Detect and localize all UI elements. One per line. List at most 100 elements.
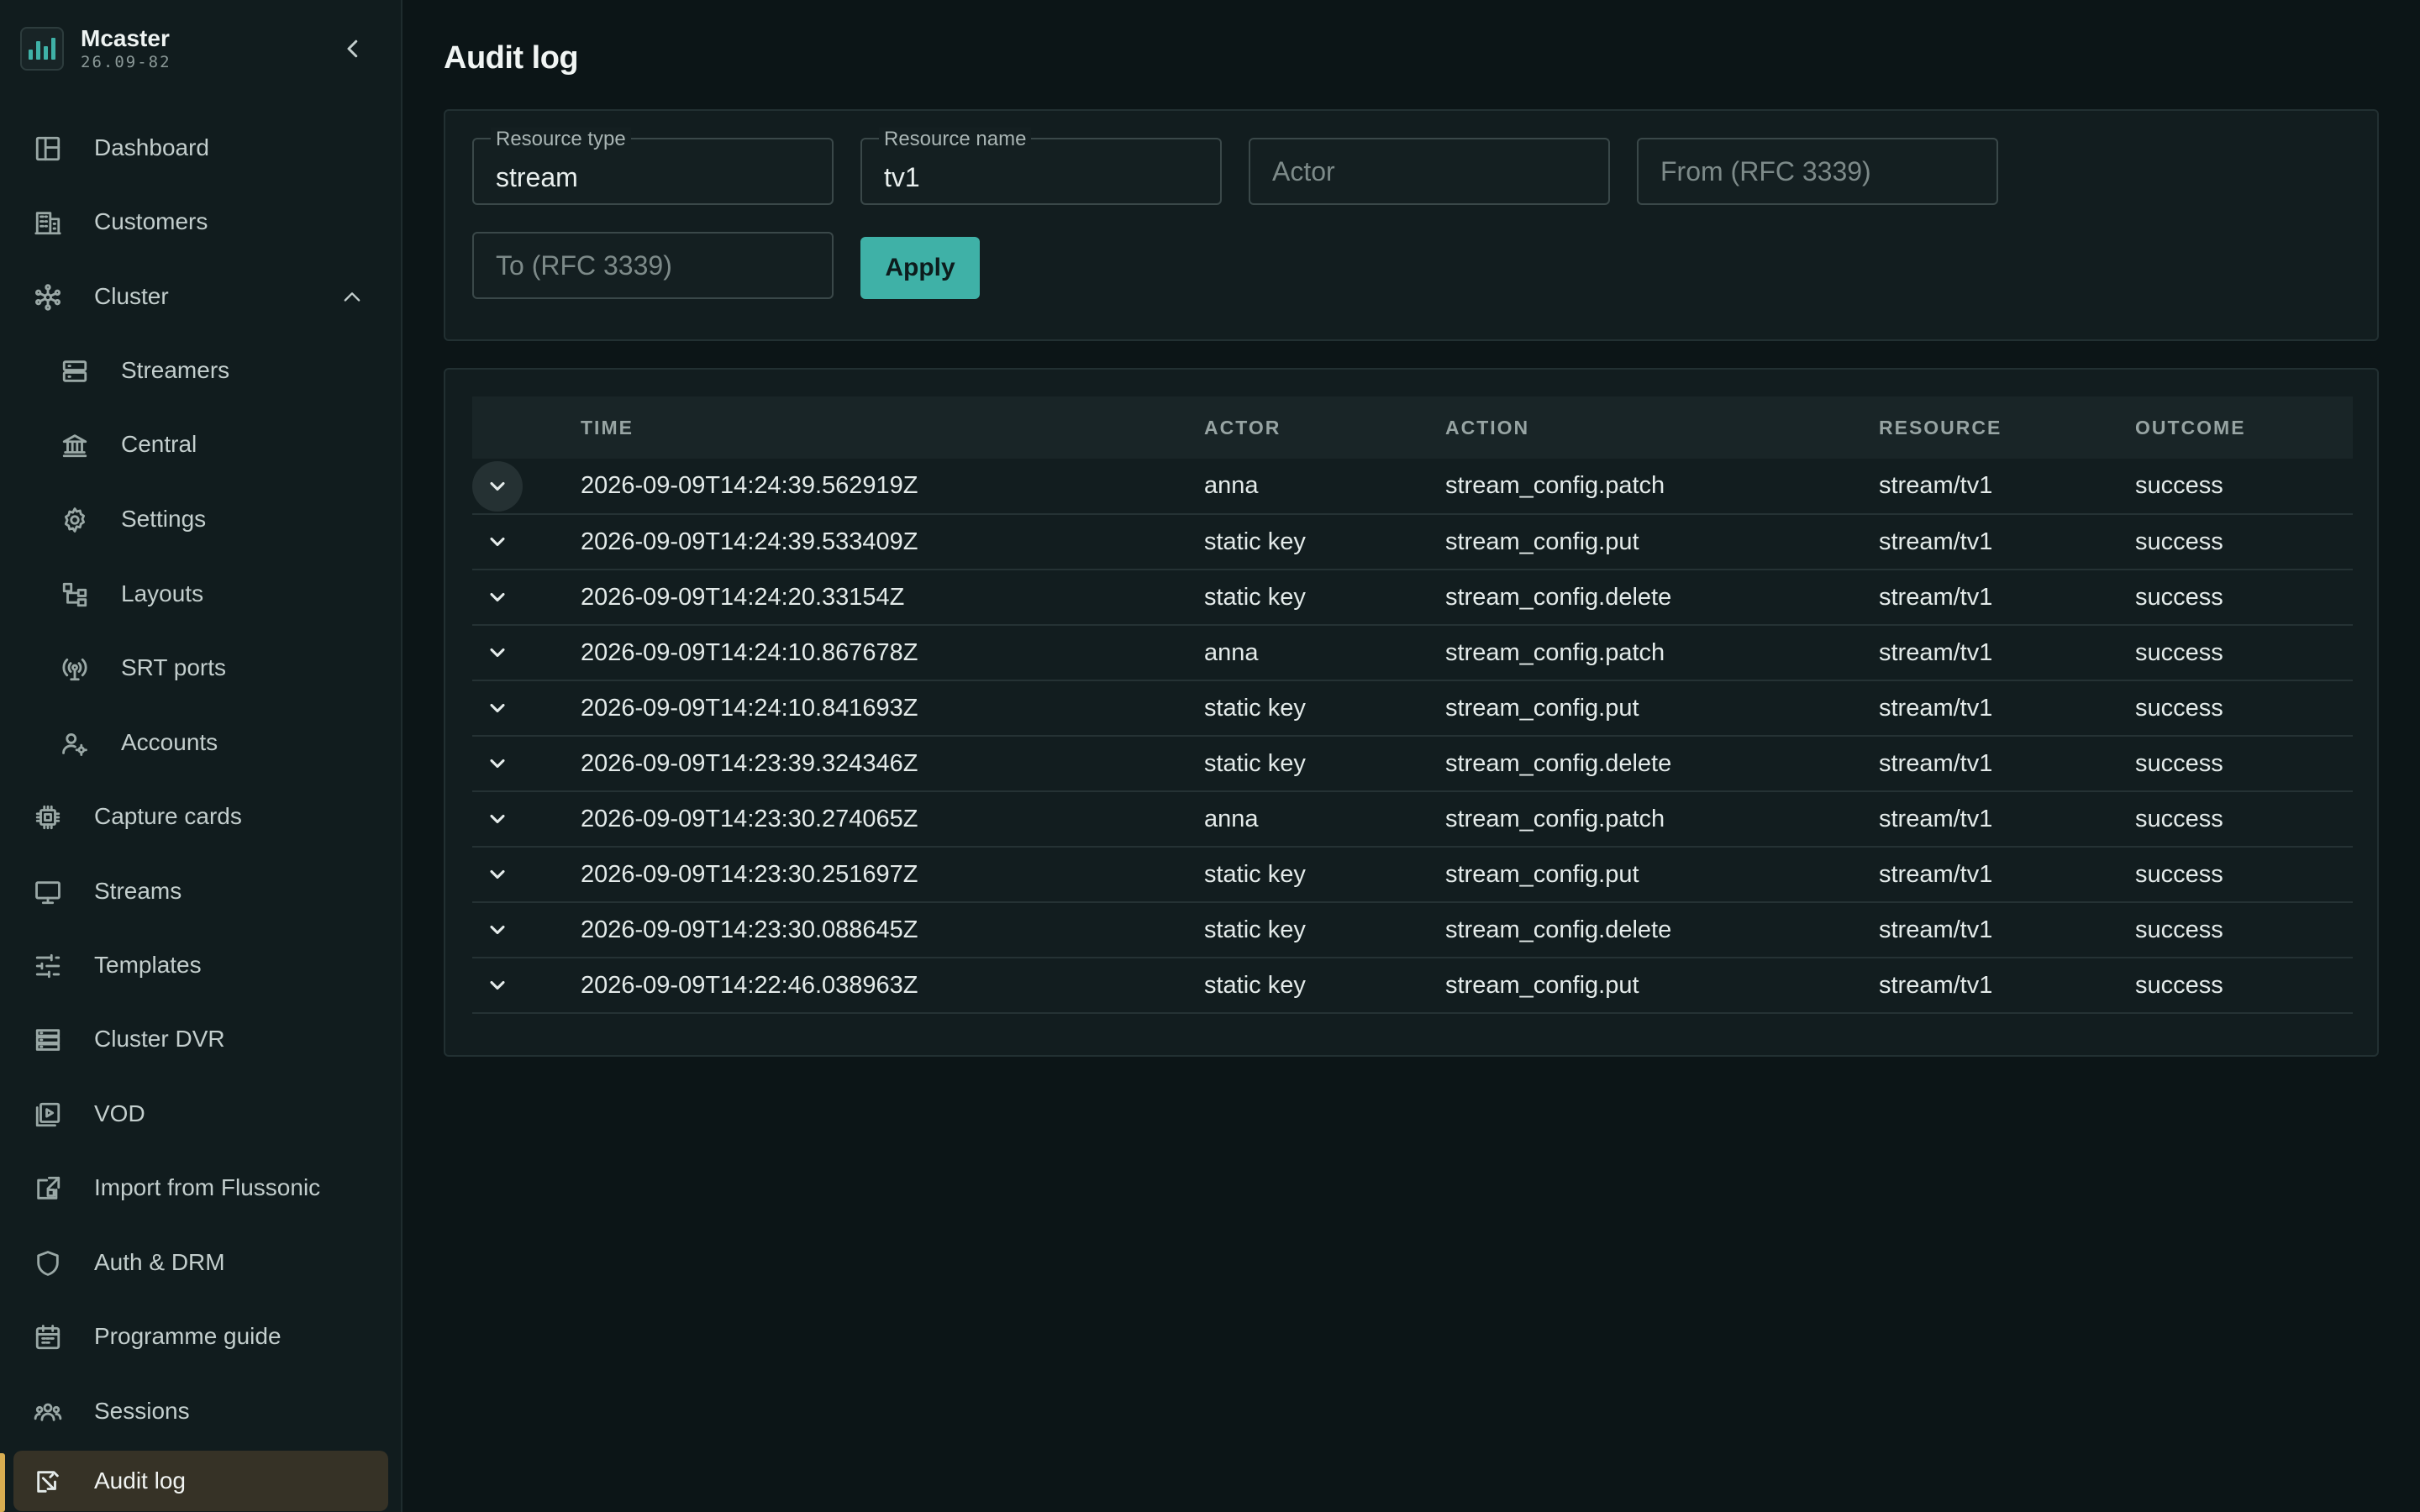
expand-cell bbox=[472, 736, 581, 791]
cell-resource: stream/tv1 bbox=[1879, 971, 1993, 999]
column-header-actor[interactable]: ACTOR bbox=[1204, 396, 1445, 459]
chevron-down-icon[interactable] bbox=[472, 849, 523, 900]
table-row[interactable]: 2026-09-09T14:24:39.562919Z anna stream_co… bbox=[472, 459, 2353, 514]
chevron-down-icon[interactable] bbox=[472, 738, 523, 789]
cell-time: 2026-09-09T14:23:30.274065Z bbox=[581, 805, 918, 832]
cell-resource: stream/tv1 bbox=[1879, 916, 1993, 943]
active-indicator bbox=[0, 1453, 5, 1512]
chevron-down-icon[interactable] bbox=[472, 960, 523, 1011]
sidebar-item-label: Auth & DRM bbox=[94, 1249, 225, 1275]
cell-action: stream_config.put bbox=[1445, 528, 1639, 555]
resource-name-field[interactable]: Resource name bbox=[860, 128, 1222, 205]
sidebar-item-label: Cluster DVR bbox=[94, 1026, 225, 1052]
sidebar-item-label: Layouts bbox=[121, 580, 204, 606]
table-row[interactable]: 2026-09-09T14:24:39.533409Z static key str… bbox=[472, 514, 2353, 570]
actor-field[interactable] bbox=[1249, 138, 1610, 205]
chevron-down-icon[interactable] bbox=[472, 905, 523, 955]
table-row[interactable]: 2026-09-09T14:23:30.088645Z static key str… bbox=[472, 902, 2353, 958]
resource-type-input[interactable] bbox=[474, 139, 832, 203]
sidebar-item-dashboard[interactable]: Dashboard bbox=[13, 118, 388, 178]
sidebar-item-vod[interactable]: VOD bbox=[13, 1084, 388, 1144]
filter-panel: Resource type Resource name Apply bbox=[444, 109, 2379, 341]
sidebar-item-templates[interactable]: Templates bbox=[13, 935, 388, 995]
chevron-down-icon[interactable] bbox=[472, 460, 523, 512]
table-row[interactable]: 2026-09-09T14:23:30.274065Z anna stream_co… bbox=[472, 791, 2353, 847]
actor-input[interactable] bbox=[1250, 139, 1608, 203]
expand-cell bbox=[472, 625, 581, 680]
cell-action: stream_config.delete bbox=[1445, 916, 1672, 943]
cell-time: 2026-09-09T14:23:39.324346Z bbox=[581, 749, 918, 777]
page-title: Audit log bbox=[444, 40, 579, 76]
audit-icon bbox=[34, 1467, 62, 1496]
brand: Mcaster 26.09-82 bbox=[20, 25, 171, 72]
to-field[interactable] bbox=[472, 232, 834, 299]
cell-outcome: success bbox=[2135, 583, 2223, 611]
cell-time: 2026-09-09T14:23:30.251697Z bbox=[581, 860, 918, 888]
expand-cell bbox=[472, 958, 581, 1013]
sidebar: Mcaster 26.09-82 Dashboard Customers Clu… bbox=[0, 0, 402, 1512]
cell-outcome: success bbox=[2135, 805, 2223, 832]
column-header-action[interactable]: ACTION bbox=[1445, 396, 1879, 459]
storage-icon bbox=[34, 1026, 62, 1054]
sidebar-item-import-from-flussonic[interactable]: Import from Flussonic bbox=[13, 1158, 388, 1218]
sidebar-item-auth-drm[interactable]: Auth & DRM bbox=[13, 1232, 388, 1293]
sidebar-item-settings[interactable]: Settings bbox=[13, 489, 388, 549]
cell-resource: stream/tv1 bbox=[1879, 472, 1993, 499]
sidebar-item-capture-cards[interactable]: Capture cards bbox=[13, 786, 388, 847]
table-row[interactable]: 2026-09-09T14:23:39.324346Z static key str… bbox=[472, 736, 2353, 791]
bank-icon bbox=[60, 431, 89, 459]
column-header-outcome[interactable]: OUTCOME bbox=[2135, 396, 2353, 459]
cell-actor: static key bbox=[1204, 583, 1306, 611]
column-header-resource[interactable]: RESOURCE bbox=[1879, 396, 2135, 459]
to-date-input[interactable] bbox=[474, 234, 832, 297]
table-row[interactable]: 2026-09-09T14:22:46.038963Z static key str… bbox=[472, 958, 2353, 1013]
from-date-input[interactable] bbox=[1639, 139, 1996, 203]
sidebar-item-label: Capture cards bbox=[94, 803, 242, 829]
sidebar-item-sessions[interactable]: Sessions bbox=[13, 1381, 388, 1441]
table-row[interactable]: 2026-09-09T14:24:10.867678Z anna stream_co… bbox=[472, 625, 2353, 680]
cell-actor: static key bbox=[1204, 749, 1306, 777]
chevron-down-icon[interactable] bbox=[472, 572, 523, 622]
cell-resource: stream/tv1 bbox=[1879, 805, 1993, 832]
sidebar-item-customers[interactable]: Customers bbox=[13, 192, 388, 252]
cell-resource: stream/tv1 bbox=[1879, 528, 1993, 555]
chevron-down-icon[interactable] bbox=[472, 517, 523, 567]
sidebar-item-audit-log[interactable]: Audit log bbox=[13, 1451, 388, 1511]
sidebar-item-label: Central bbox=[121, 431, 197, 457]
table-row[interactable]: 2026-09-09T14:23:30.251697Z static key str… bbox=[472, 847, 2353, 902]
sidebar-item-layouts[interactable]: Layouts bbox=[13, 564, 388, 624]
sidebar-item-accounts[interactable]: Accounts bbox=[13, 712, 388, 773]
sidebar-item-label: Sessions bbox=[94, 1398, 190, 1424]
table-row[interactable]: 2026-09-09T14:24:20.33154Z static key stre… bbox=[472, 570, 2353, 625]
sidebar-item-central[interactable]: Central bbox=[13, 414, 388, 475]
cell-outcome: success bbox=[2135, 528, 2223, 555]
sidebar-item-streamers[interactable]: Streamers bbox=[13, 340, 388, 401]
sidebar-item-cluster-dvr[interactable]: Cluster DVR bbox=[13, 1009, 388, 1069]
sidebar-item-cluster[interactable]: Cluster bbox=[13, 266, 388, 327]
expand-column-header bbox=[472, 396, 581, 459]
sidebar-item-label: Streamers bbox=[121, 357, 230, 383]
sidebar-item-streams[interactable]: Streams bbox=[13, 861, 388, 921]
table-row[interactable]: 2026-09-09T14:24:10.841693Z static key str… bbox=[472, 680, 2353, 736]
chevron-down-icon[interactable] bbox=[472, 794, 523, 844]
from-field[interactable] bbox=[1637, 138, 1998, 205]
gear-icon bbox=[60, 506, 89, 534]
cell-actor: anna bbox=[1204, 638, 1259, 666]
chevron-down-icon[interactable] bbox=[472, 627, 523, 678]
cell-actor: anna bbox=[1204, 472, 1259, 499]
cell-resource: stream/tv1 bbox=[1879, 749, 1993, 777]
cell-actor: static key bbox=[1204, 694, 1306, 722]
apply-button[interactable]: Apply bbox=[860, 237, 980, 299]
column-header-time[interactable]: TIME bbox=[581, 396, 1204, 459]
cell-resource: stream/tv1 bbox=[1879, 638, 1993, 666]
resource-name-input[interactable] bbox=[862, 139, 1220, 203]
chevron-left-icon[interactable] bbox=[336, 32, 370, 66]
chevron-down-icon[interactable] bbox=[472, 683, 523, 733]
sidebar-item-srt-ports[interactable]: SRT ports bbox=[13, 638, 388, 698]
cell-outcome: success bbox=[2135, 860, 2223, 888]
chevron-up-icon[interactable] bbox=[339, 285, 365, 310]
sidebar-item-programme-guide[interactable]: Programme guide bbox=[13, 1306, 388, 1367]
cell-resource: stream/tv1 bbox=[1879, 694, 1993, 722]
resource-type-field[interactable]: Resource type bbox=[472, 128, 834, 205]
sidebar-item-label: Accounts bbox=[121, 729, 218, 755]
